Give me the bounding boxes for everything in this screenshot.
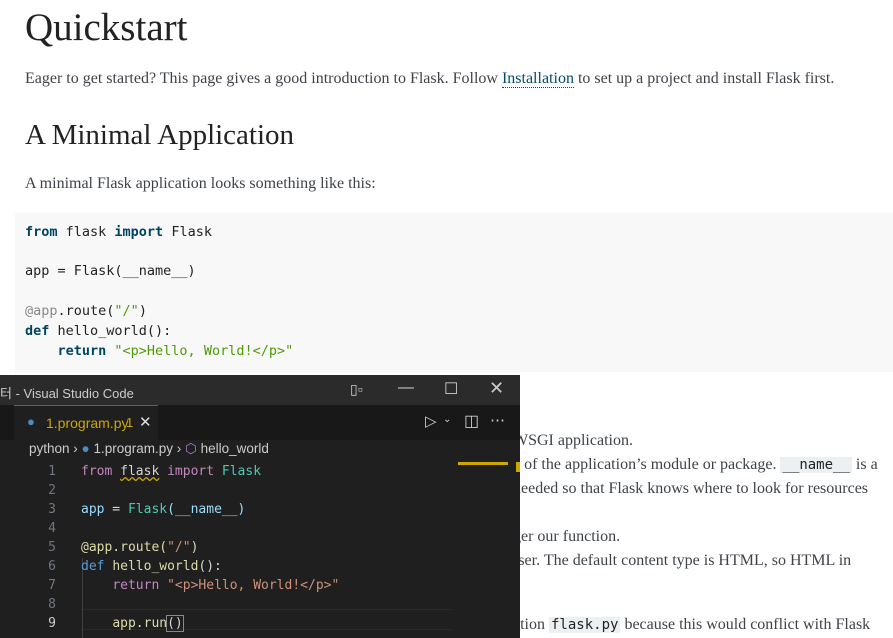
partial-text: e of the application’s module or package… <box>513 456 878 473</box>
partial-text: needed so that Flask knows where to look… <box>513 480 869 497</box>
editor-line[interactable]: app.run() <box>81 615 184 632</box>
intro-text: Eager to get started? This page gives a … <box>25 70 502 87</box>
tab-label: 1.program.py <box>46 415 129 431</box>
intro-text-end: to set up a project and install Flask fi… <box>573 70 835 87</box>
tab-1-program-py[interactable]: ● 1.program.py 1 ✕ <box>14 405 158 441</box>
scrollbar-marker[interactable] <box>516 462 520 472</box>
editor-line[interactable]: return "<p>Hello, World!</p>" <box>81 578 339 593</box>
partial-text: rser. The default content type is HTML, … <box>513 552 852 569</box>
more-actions-icon[interactable]: ⋯ <box>490 411 505 429</box>
maximize-button[interactable]: ☐ <box>444 379 458 399</box>
window-title: 터 - Visual Studio Code <box>0 386 134 401</box>
python-file-icon: ● <box>27 414 35 429</box>
breadcrumb-file[interactable]: 1.program.py <box>93 441 173 456</box>
line-number: 9 <box>48 616 56 631</box>
section-heading: A Minimal Application <box>25 119 295 151</box>
python-file-icon: ● <box>81 441 90 456</box>
close-window-button[interactable]: ✕ <box>489 378 504 399</box>
installation-link[interactable]: Installation <box>501 70 574 88</box>
partial-text: WSGI application. <box>513 432 633 449</box>
title-bar: 터 - Visual Studio Code ▯▫ — ☐ ✕ <box>0 375 520 405</box>
line-number: 4 <box>48 521 56 536</box>
editor-line[interactable]: app = Flask(__name__) <box>81 502 245 517</box>
breadcrumb-folder[interactable]: python <box>29 441 70 456</box>
run-icon[interactable]: ▷ <box>425 412 437 430</box>
page-title: Quickstart <box>25 6 188 49</box>
line-number: 3 <box>48 502 56 517</box>
cube-icon: ⬡ <box>185 441 197 456</box>
line-number: 2 <box>48 483 56 498</box>
editor-line[interactable]: @app.route("/") <box>81 540 198 555</box>
editor-line[interactable]: def hello_world(): <box>81 559 222 574</box>
split-editor-icon[interactable]: ◫ <box>464 411 479 431</box>
partial-text: ation flask.py because this would confli… <box>513 616 871 633</box>
minimize-button[interactable]: — <box>398 379 414 397</box>
breadcrumb: python › ● 1.program.py › ⬡ hello_world <box>29 441 269 456</box>
code-line: @app.route("/") <box>25 303 147 319</box>
minimap[interactable] <box>458 462 508 465</box>
layout-icon[interactable]: ▯▫ <box>350 381 363 398</box>
code-line: def hello_world(): <box>25 323 172 339</box>
line-number: 1 <box>48 464 56 479</box>
chevron-down-icon[interactable]: ⌄ <box>443 414 451 425</box>
code-line: from flask import Flask <box>25 224 212 240</box>
minimal-text: A minimal Flask application looks someth… <box>25 175 376 192</box>
line-number: 8 <box>48 597 56 612</box>
intro-paragraph: Eager to get started? This page gives a … <box>25 70 834 88</box>
breadcrumb-symbol[interactable]: hello_world <box>201 441 269 456</box>
problems-count: 1 <box>126 415 134 430</box>
line-number: 6 <box>48 559 56 574</box>
code-line: app = Flask(__name__) <box>25 263 196 279</box>
close-tab-icon[interactable]: ✕ <box>139 413 152 431</box>
line-number: 5 <box>48 540 56 555</box>
tab-bar: ● 1.program.py 1 ✕ ▷ ⌄ ◫ ⋯ <box>0 405 520 441</box>
editor-line[interactable]: from flask import Flask <box>81 464 261 479</box>
vscode-window: 터 - Visual Studio Code ▯▫ — ☐ ✕ ● 1.prog… <box>0 375 520 638</box>
line-number: 7 <box>48 578 56 593</box>
code-line: return "<p>Hello, World!</p>" <box>25 343 294 359</box>
partial-text: ger our function. <box>513 528 621 545</box>
